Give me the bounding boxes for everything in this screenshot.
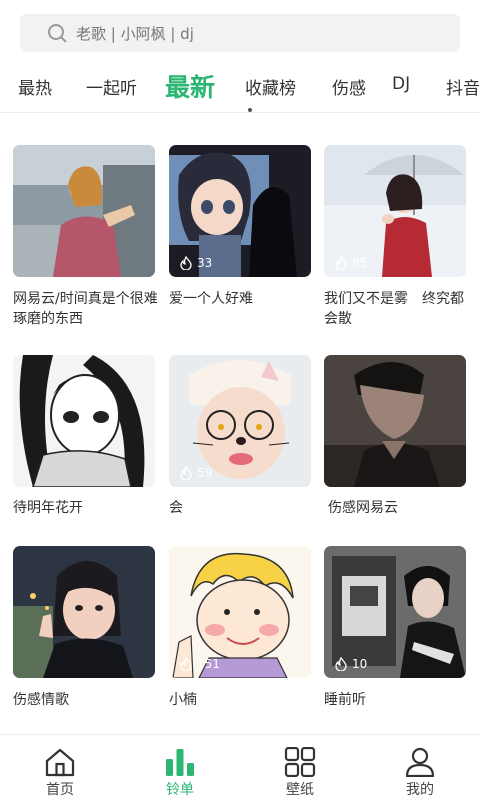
nav-mine-label: 我的 [406, 782, 434, 798]
cover-image [324, 355, 466, 487]
nav-wallpaper-label: 壁纸 [286, 782, 314, 798]
play-count-value: 85 [352, 256, 368, 270]
card-title: 伤感情歌 [13, 692, 69, 708]
playlist-card[interactable] [13, 355, 155, 487]
cover-image [13, 546, 155, 678]
playlist-card[interactable] [324, 355, 466, 487]
playlist-card[interactable]: 59 [169, 355, 311, 487]
play-count: 10 [334, 657, 367, 671]
play-count: 151 [179, 657, 220, 671]
nav-ringtone-list[interactable]: 铃单 [120, 735, 240, 801]
card-title: 会 [169, 500, 183, 516]
bar-chart-icon [166, 749, 194, 776]
fire-icon [180, 256, 192, 270]
nav-wallpaper[interactable]: 壁纸 [240, 735, 360, 801]
playlist-card[interactable]: 10 [324, 546, 466, 678]
playlist-grid: 网易云/时间真是个很难琢磨的东西 33 爱一个人好难 85 我们又不是雾 终究都… [0, 0, 480, 800]
playlist-card[interactable]: 151 [169, 546, 311, 678]
fire-icon [180, 657, 192, 671]
playlist-card[interactable] [13, 145, 155, 277]
play-count-value: 151 [197, 657, 220, 671]
cover-image [13, 355, 155, 487]
play-count-value: 59 [197, 466, 213, 480]
nav-mine[interactable]: 我的 [360, 735, 480, 801]
playlist-card[interactable] [13, 546, 155, 678]
fire-icon [335, 256, 347, 270]
card-title: 待明年花开 [13, 500, 83, 516]
play-count: 59 [179, 466, 212, 480]
user-icon [405, 747, 435, 777]
cover-image [13, 145, 155, 277]
nav-home[interactable]: 首页 [0, 735, 120, 801]
fire-icon [180, 466, 192, 480]
play-count-value: 33 [197, 256, 213, 270]
card-title: 伤感网易云 [328, 500, 398, 516]
bottom-nav: 首页 铃单 壁纸 我的 [0, 734, 480, 801]
nav-home-label: 首页 [46, 782, 74, 798]
card-title: 网易云/时间真是个很难琢磨的东西 [13, 291, 158, 327]
card-title: 我们又不是雾 终究都会散 [324, 291, 464, 327]
card-title: 小楠 [169, 692, 197, 708]
play-count: 85 [334, 256, 367, 270]
play-count-value: 10 [352, 657, 368, 671]
playlist-card[interactable]: 85 [324, 145, 466, 277]
playlist-card[interactable]: 33 [169, 145, 311, 277]
fire-icon [335, 657, 347, 671]
card-title: 睡前听 [324, 692, 366, 708]
play-count: 33 [179, 256, 212, 270]
nav-ringtone-list-label: 铃单 [166, 782, 194, 798]
home-icon [45, 748, 75, 777]
card-title: 爱一个人好难 [169, 291, 253, 307]
grid-icon [284, 747, 316, 777]
